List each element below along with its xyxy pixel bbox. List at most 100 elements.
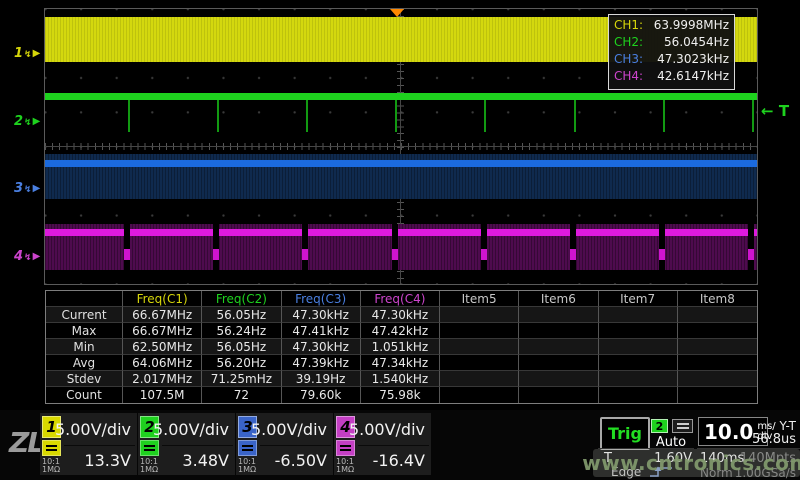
trigger-position-marker-icon[interactable] <box>390 9 404 17</box>
ch2-spike <box>663 100 665 132</box>
ch3-position-marker[interactable]: 3↯▶ <box>14 180 44 196</box>
divider <box>358 445 429 446</box>
ch4-gap <box>659 224 665 270</box>
oscilloscope-screen: CH1:63.9998MHzCH2: 56.0454HzCH3:47.3023kH… <box>0 0 800 480</box>
stat-value <box>440 387 519 403</box>
ch4-block[interactable]: 410:11MΩ5.00V/div-16.4V <box>334 413 431 475</box>
stat-value <box>440 339 519 355</box>
trigger-source-badge[interactable]: 2 <box>651 419 668 433</box>
stat-row-label: Avg <box>46 355 123 371</box>
ch4-blip <box>302 249 308 260</box>
readout-channel-label: CH1: <box>614 17 643 34</box>
readout-row: CH1:63.9998MHz <box>614 17 729 34</box>
stat-value: 1.540kHz <box>361 371 440 387</box>
measurement-header-item8[interactable]: Item8 <box>678 291 757 307</box>
dc-coupling-icon <box>336 440 355 456</box>
stat-value: 56.24Hz <box>202 323 281 339</box>
dc-coupling-icon <box>140 440 159 456</box>
stat-value <box>678 307 757 323</box>
trigger-level-marker[interactable]: ← T <box>761 102 789 120</box>
measurement-header-item7[interactable]: Item7 <box>599 291 678 307</box>
stat-value <box>678 323 757 339</box>
readout-channel-label: CH2: <box>614 34 643 51</box>
readout-frequency-value: 56.0454Hz <box>664 34 729 51</box>
ch4-gap <box>392 224 398 270</box>
stat-value: 75.98k <box>361 387 440 403</box>
ch3-block[interactable]: 310:11MΩ5.00V/div-6.50V <box>236 413 333 475</box>
stat-value <box>440 307 519 323</box>
stat-value: 47.34kHz <box>361 355 440 371</box>
stat-value: 1.051kHz <box>361 339 440 355</box>
stat-value <box>599 371 678 387</box>
stat-value <box>599 323 678 339</box>
channel-offset: -16.4V <box>373 451 425 470</box>
ch2-spike <box>752 100 754 132</box>
readout-row: CH3:47.3023kHz <box>614 51 729 68</box>
stat-row-label: Min <box>46 339 123 355</box>
ch2-block[interactable]: 210:11MΩ5.00V/div3.48V <box>138 413 235 475</box>
ch2-spike <box>574 100 576 132</box>
volts-per-div: 5.00V/div <box>55 420 131 439</box>
divider <box>162 445 233 446</box>
ch1-position-marker[interactable]: 1↯▶ <box>14 45 44 61</box>
measurement-header-freqc2[interactable]: Freq(C2) <box>202 291 281 307</box>
horizontal-position: 56.8us <box>740 432 796 447</box>
right-arrow-icon: ▶ <box>33 251 41 262</box>
readout-row: CH2: 56.0454Hz <box>614 34 729 51</box>
ch4-blip <box>748 249 754 260</box>
measurement-header-empty[interactable] <box>46 291 123 307</box>
ground-icon: ↯ <box>24 50 32 60</box>
stat-value: 47.30kHz <box>361 307 440 323</box>
left-arrow-icon: ← <box>761 102 774 120</box>
ch1-block[interactable]: 110:11MΩ5.00V/div13.3V <box>40 413 137 475</box>
measurement-header-item5[interactable]: Item5 <box>440 291 519 307</box>
measurement-header-item6[interactable]: Item6 <box>519 291 598 307</box>
ch4-blip <box>659 249 665 260</box>
ch2-position-marker[interactable]: 2↯▶ <box>14 113 44 129</box>
ch2-trace <box>45 93 757 100</box>
channel-readout: CH1:63.9998MHzCH2: 56.0454HzCH3:47.3023kH… <box>608 14 735 90</box>
stat-value: 47.30kHz <box>282 307 361 323</box>
stat-value <box>519 339 598 355</box>
ch4-blip <box>124 249 130 260</box>
measurement-header-freqc3[interactable]: Freq(C3) <box>282 291 361 307</box>
trigger-menu-button[interactable]: Trig <box>600 417 650 450</box>
dc-coupling-icon <box>238 440 257 456</box>
measurement-header-freqc4[interactable]: Freq(C4) <box>361 291 440 307</box>
stat-value <box>599 307 678 323</box>
ch4-blip <box>213 249 219 260</box>
stat-value <box>678 387 757 403</box>
stat-value <box>599 355 678 371</box>
stat-row-label: Current <box>46 307 123 323</box>
stat-value <box>440 323 519 339</box>
stat-value <box>519 307 598 323</box>
channel-offset: -6.50V <box>275 451 327 470</box>
stat-value: 47.41kHz <box>282 323 361 339</box>
probe-settings: 10:11MΩ <box>238 458 256 474</box>
watermark: www.cntronics.com <box>593 449 800 477</box>
stat-value: 39.19Hz <box>282 371 361 387</box>
center-horizontal-line <box>45 146 757 147</box>
channel-offset: 13.3V <box>84 451 131 470</box>
stat-value <box>519 387 598 403</box>
ch4-gap <box>302 224 308 270</box>
ch4-gap <box>570 224 576 270</box>
ch4-blip <box>392 249 398 260</box>
trigger-coupling-icon[interactable] <box>672 419 693 433</box>
ch3-trace <box>45 160 757 167</box>
readout-channel-label: CH4: <box>614 68 643 85</box>
stat-value <box>519 355 598 371</box>
measurement-header-freqc1[interactable]: Freq(C1) <box>123 291 202 307</box>
volts-per-div: 5.00V/div <box>349 420 425 439</box>
stat-value: 62.50MHz <box>123 339 202 355</box>
ch2-spike <box>217 100 219 132</box>
probe-settings: 10:11MΩ <box>140 458 158 474</box>
stat-value <box>678 339 757 355</box>
right-arrow-icon: ▶ <box>33 116 41 127</box>
stat-value: 72 <box>202 387 281 403</box>
ch4-gap <box>213 224 219 270</box>
waveform-display[interactable]: CH1:63.9998MHzCH2: 56.0454HzCH3:47.3023kH… <box>44 8 758 285</box>
ground-icon: ↯ <box>24 118 32 128</box>
ch4-position-marker[interactable]: 4↯▶ <box>14 248 44 264</box>
readout-row: CH4:42.6147kHz <box>614 68 729 85</box>
